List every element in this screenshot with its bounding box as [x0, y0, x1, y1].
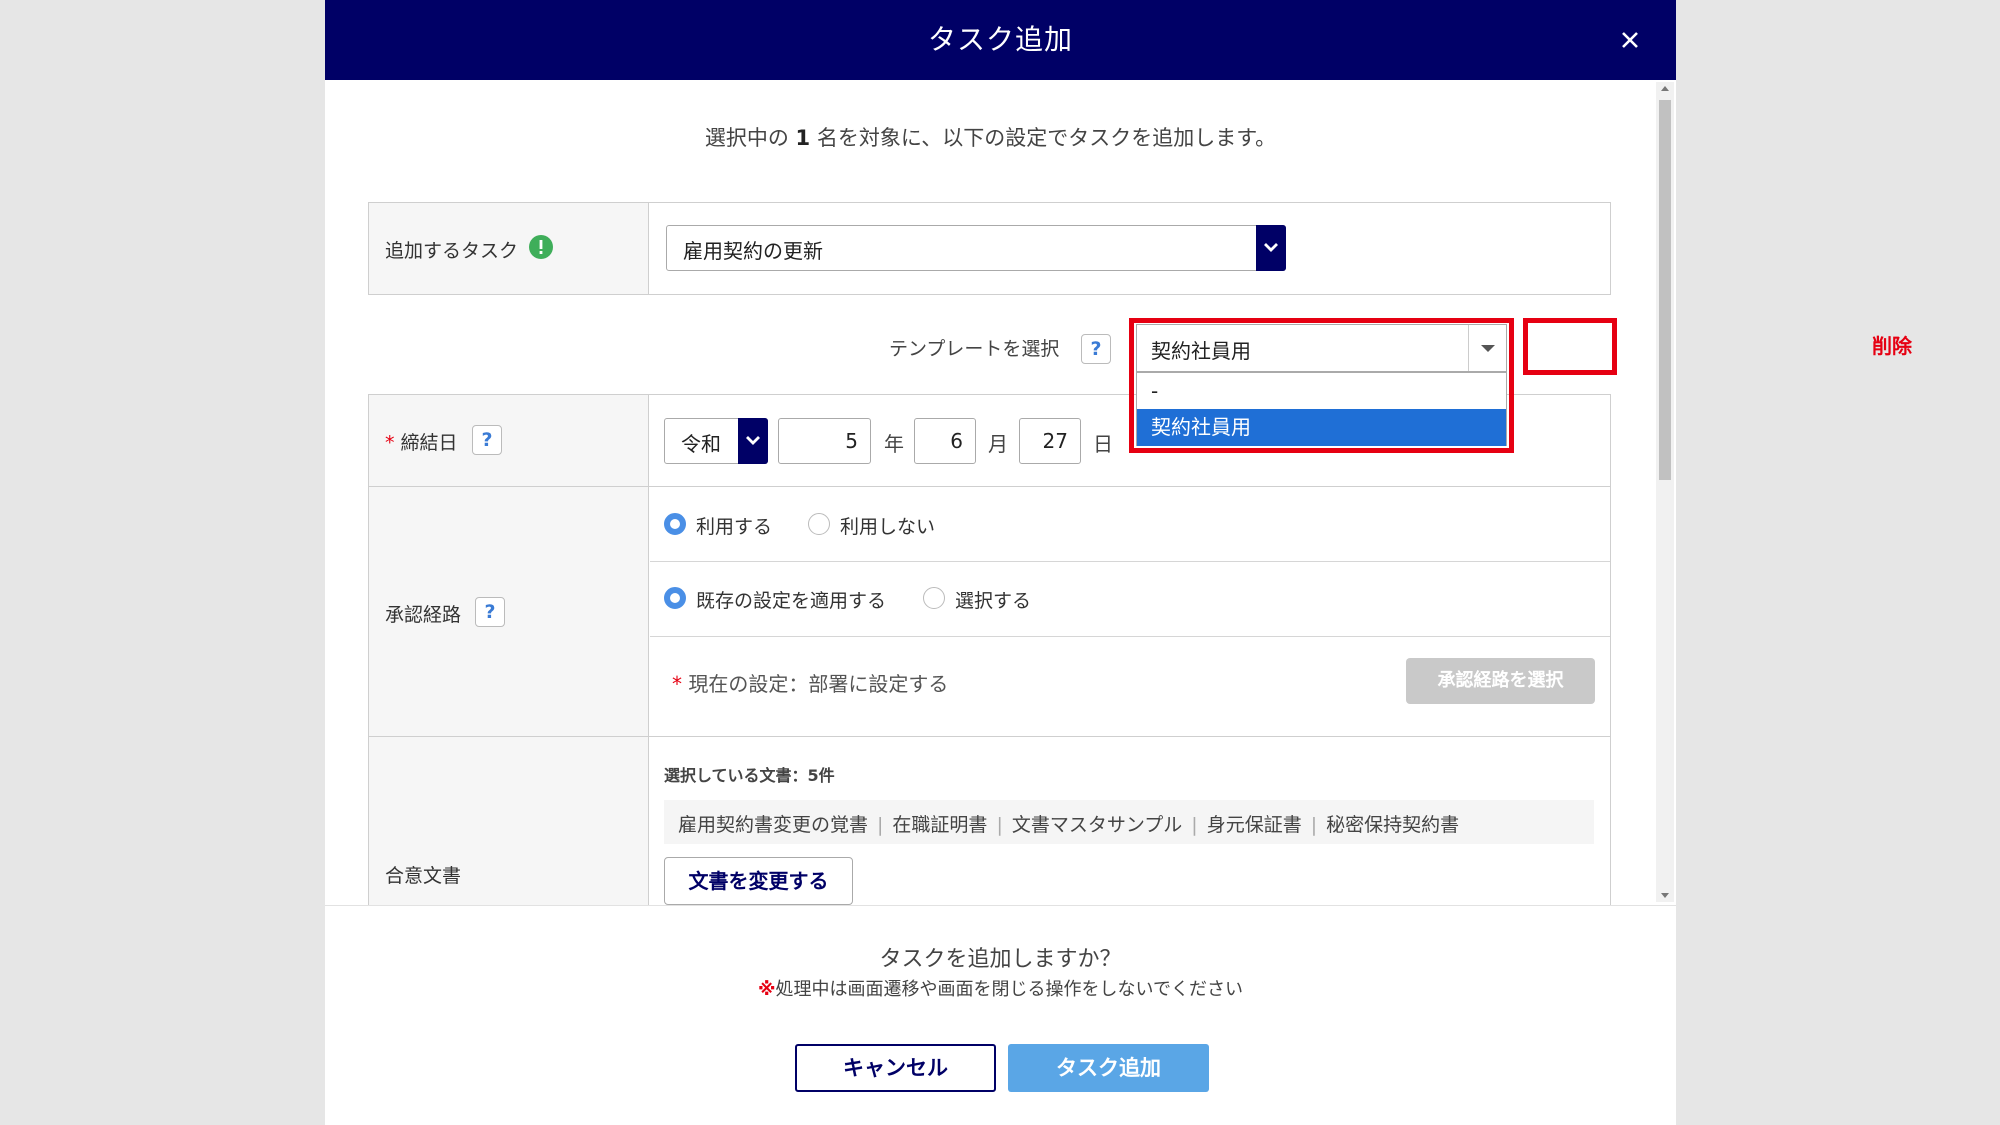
task-select-chevron[interactable]: [1256, 225, 1286, 271]
divider: [650, 636, 1610, 637]
contract-date-label-text: 締結日: [400, 432, 458, 454]
approval-route-help-icon[interactable]: ?: [475, 597, 505, 627]
day-unit: 日: [1093, 432, 1113, 456]
existing-setting-radio[interactable]: [664, 587, 686, 609]
documents-box: 雇用契約書変更の覚書 | 在職証明書 | 文書マスタサンプル | 身元保証書 | 秘密保持契約書: [664, 800, 1594, 844]
selected-count: 1: [795, 126, 811, 150]
documents-label: 合意文書: [385, 865, 462, 887]
scroll-down-icon[interactable]: [1661, 893, 1669, 898]
cancel-button[interactable]: キャンセル: [795, 1044, 996, 1092]
required-mark: *: [385, 432, 395, 454]
no-route-label[interactable]: 利用しない: [840, 512, 935, 539]
warning-mark: ※: [758, 979, 776, 1000]
current-setting: * 現在の設定：部署に設定する: [672, 668, 948, 697]
use-route-label[interactable]: 利用する: [696, 512, 772, 539]
select-route-radio[interactable]: [923, 587, 945, 609]
change-documents-button[interactable]: 文書を変更する: [664, 857, 853, 905]
scrollbar-thumb[interactable]: [1659, 100, 1671, 480]
era-value: 令和: [681, 432, 721, 456]
existing-setting-label[interactable]: 既存の設定を適用する: [696, 586, 886, 613]
divider: [650, 561, 1610, 562]
year-unit: 年: [884, 432, 904, 456]
contract-date-help-icon[interactable]: ?: [472, 425, 502, 455]
task-label-cell: 追加するタスク: [369, 203, 649, 294]
year-input[interactable]: 5: [778, 418, 871, 464]
confirm-question: タスクを追加しますか？: [879, 947, 1122, 972]
intro-after: 名を対象に、以下の設定でタスクを追加します。: [810, 126, 1277, 150]
delete-template-button[interactable]: 削除: [1852, 324, 1932, 368]
documents-list: 雇用契約書変更の覚書 | 在職証明書 | 文書マスタサンプル | 身元保証書 | 秘密保持契約書: [678, 810, 1459, 837]
intro-before: 選択中の: [704, 126, 796, 150]
chevron-down-icon: [746, 436, 760, 445]
document-item: 在職証明書: [892, 814, 988, 836]
contract-date-label: * 締結日: [385, 428, 458, 455]
select-route-button[interactable]: 承認経路を選択: [1406, 658, 1595, 704]
documents-count: 選択している文書：5件: [664, 766, 835, 785]
add-task-button[interactable]: タスク追加: [1008, 1044, 1209, 1092]
warning-text: ※処理中は画面遷移や画面を閉じる操作をしないでください: [325, 975, 1676, 1001]
documents-label-cell: 合意文書: [369, 737, 649, 905]
required-mark: *: [672, 672, 682, 696]
document-item: 雇用契約書変更の覚書: [678, 814, 869, 836]
no-route-radio[interactable]: [808, 513, 830, 535]
task-select-value: 雇用契約の更新: [683, 239, 823, 263]
use-route-radio[interactable]: [664, 513, 686, 535]
document-item: 文書マスタサンプル: [1011, 814, 1183, 836]
modal-footer: タスクを追加しますか？ ※処理中は画面遷移や画面を閉じる操作をしないでください …: [325, 905, 1676, 1125]
day-input[interactable]: 27: [1019, 418, 1081, 464]
highlight-frame-delete: [1523, 318, 1617, 375]
chevron-down-icon: [1264, 243, 1278, 252]
contract-date-label-cell: * 締結日 ?: [369, 395, 649, 486]
task-add-modal: タスク追加 選択中の 1 名を対象に、以下の設定でタスクを追加します。 追加する…: [325, 0, 1912, 1125]
modal-title: タスク追加: [927, 23, 1073, 56]
intro-text: 選択中の 1 名を対象に、以下の設定でタスクを追加します。: [325, 122, 1656, 152]
highlight-frame-template: [1129, 318, 1514, 453]
close-button[interactable]: [1610, 20, 1650, 60]
select-route-label[interactable]: 選択する: [955, 586, 1031, 613]
template-help-icon[interactable]: ?: [1081, 334, 1111, 364]
month-unit: 月: [988, 432, 1008, 456]
modal-header: タスク追加: [325, 0, 1676, 80]
current-setting-text: 現在の設定：部署に設定する: [688, 672, 949, 696]
separator: |: [1310, 814, 1318, 836]
warning-message: 処理中は画面遷移や画面を閉じる操作をしないでください: [775, 979, 1243, 1000]
scrollbar[interactable]: [1656, 82, 1674, 902]
close-icon: [1622, 32, 1638, 48]
info-icon: [529, 235, 553, 259]
month-input[interactable]: 6: [914, 418, 976, 464]
approval-route-label-cell: 承認経路 ?: [369, 487, 649, 736]
template-label: テンプレートを選択: [889, 338, 1060, 360]
scroll-up-icon[interactable]: [1661, 86, 1669, 91]
approval-route-label: 承認経路: [385, 604, 462, 626]
task-label: 追加するタスク: [385, 240, 519, 262]
era-select[interactable]: 令和: [664, 418, 768, 464]
era-select-chevron[interactable]: [738, 418, 768, 464]
separator: |: [996, 814, 1003, 836]
task-row: 追加するタスク 雇用契約の更新: [368, 202, 1611, 295]
separator: |: [1191, 814, 1198, 836]
separator: |: [877, 814, 884, 836]
document-item: 秘密保持契約書: [1326, 814, 1460, 836]
task-select[interactable]: 雇用契約の更新: [666, 225, 1286, 271]
document-item: 身元保証書: [1206, 814, 1302, 836]
